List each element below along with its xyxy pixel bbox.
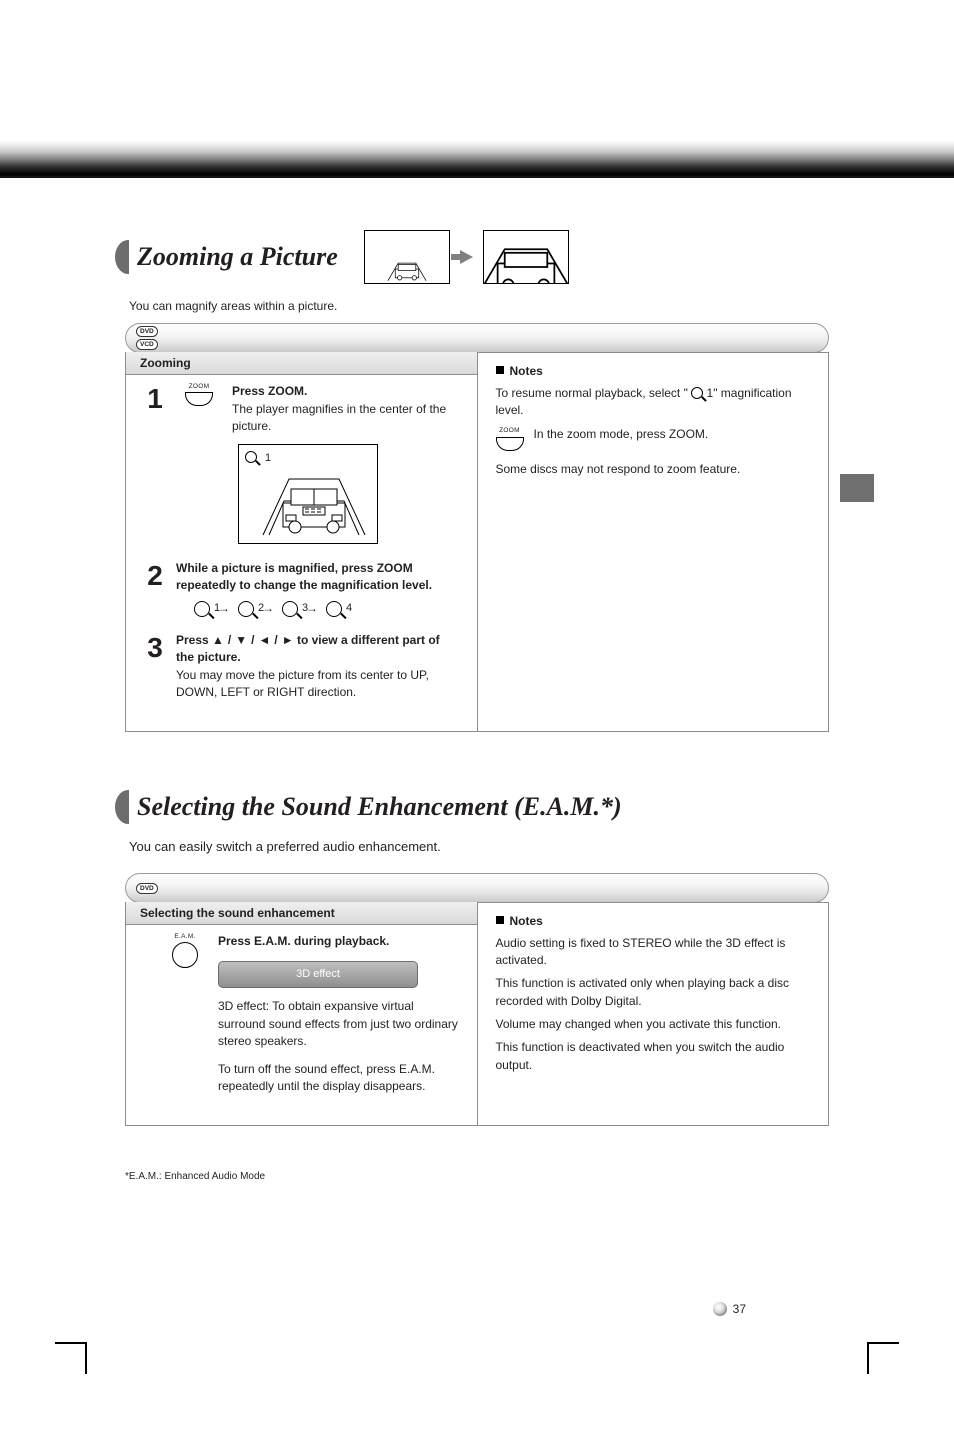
zoom-illustration	[364, 230, 569, 284]
step-2-num: 2	[144, 560, 166, 592]
arrow-right-icon	[460, 250, 473, 264]
note-2: In the zoom mode, press ZOOM.	[534, 426, 709, 443]
section-bullet	[115, 790, 129, 824]
car-screen-icon	[259, 461, 369, 539]
page-footer: 37	[0, 1302, 954, 1321]
page-number: 37	[733, 1302, 746, 1316]
step-3-text-a: Press	[176, 633, 212, 647]
zoom-button-label: ZOOM	[189, 383, 210, 390]
note-1: To resume normal playback, select " 1" m…	[496, 385, 813, 420]
eam-note-2: This function is activated only when pla…	[496, 975, 813, 1010]
step-3: 3 Press ▲ / ▼ / ◄ / ► to view a differen…	[144, 632, 461, 702]
step-2: 2 While a picture is magnified, press ZO…	[144, 560, 461, 618]
zoom-button-label: ZOOM	[499, 426, 520, 435]
osd-3d-effect: 3D effect	[218, 961, 418, 989]
direction-arrows: ▲ / ▼ / ◄ / ►	[212, 632, 294, 649]
step-2-text: While a picture is magnified, press ZOOM…	[176, 561, 432, 592]
zoom-before-frame	[364, 230, 450, 284]
zoom-right-column: Notes To resume normal playback, select …	[477, 352, 830, 732]
left-arrow-icon: ◄	[259, 632, 271, 649]
section-bullet	[115, 240, 129, 274]
zoom-screen-example: 1	[238, 444, 378, 544]
section-title-eam: Selecting the Sound Enhancement (E.A.M.*…	[115, 790, 829, 824]
square-bullet-icon	[496, 366, 504, 374]
section-title-text: Zooming a Picture	[137, 242, 338, 272]
section-title-zoom: Zooming a Picture	[115, 230, 829, 284]
magnifier-icon: 4	[326, 601, 342, 617]
right-arrow-icon: ►	[282, 632, 294, 649]
magnifier-icon: 3	[282, 601, 298, 617]
car-small-icon	[385, 255, 429, 283]
magnifier-icon: 1	[245, 451, 257, 463]
section1-intro: You can magnify areas within a picture.	[129, 298, 829, 315]
zoom-left-header: Zooming	[126, 352, 477, 375]
zoom-level-sequence: 1 → 2 → 3 → 4	[194, 600, 461, 617]
zoom-button-icon	[185, 392, 213, 406]
section2-title-text: Selecting the Sound Enhancement (E.A.M.*…	[137, 792, 622, 822]
format-bar: DVD VCD	[125, 323, 829, 353]
section2-subtitle: You can easily switch a preferred audio …	[129, 838, 829, 857]
eam-turnoff: To turn off the sound effect, press E.A.…	[218, 1061, 461, 1096]
step-3-num: 3	[144, 632, 166, 664]
eam-note-1: Audio setting is fixed to STEREO while t…	[496, 935, 813, 970]
square-bullet-icon	[496, 916, 504, 924]
step-1-text: Press ZOOM.	[232, 384, 307, 398]
eam-left-header: Selecting the sound enhancement	[126, 902, 477, 925]
format-bar-2: DVD	[125, 873, 829, 903]
eam-button-label: E.A.M.	[174, 933, 195, 940]
down-arrow-icon: ▼	[235, 632, 247, 649]
badge-dvd: DVD	[136, 326, 158, 337]
car-big-icon	[483, 230, 569, 284]
notes-header: Notes	[496, 363, 813, 380]
eam-right-column: Notes Audio setting is fixed to STEREO w…	[477, 902, 830, 1126]
up-arrow-icon: ▲	[212, 632, 224, 649]
eam-note-4: This function is deactivated when you sw…	[496, 1039, 813, 1074]
eam-step-text: Press E.A.M. during playback.	[218, 934, 389, 948]
notes-header-2: Notes	[496, 913, 813, 930]
eam-3d-desc: 3D effect: To obtain expansive virtual s…	[218, 998, 461, 1050]
eam-left-column: Selecting the sound enhancement E.A.M. P…	[125, 902, 477, 1126]
header-gradient-bar	[0, 0, 954, 180]
zoom-button-icon	[496, 437, 524, 451]
zoom-button-inline: ZOOM In the zoom mode, press ZOOM.	[496, 426, 813, 451]
crop-mark	[85, 1342, 87, 1374]
note-3: Some discs may not respond to zoom featu…	[496, 461, 813, 478]
step-1-sub: The player magnifies in the center of th…	[232, 402, 446, 433]
step-1-num: 1	[144, 383, 166, 415]
zoom-left-column: Zooming 1 ZOOM Press ZOOM. The player ma…	[125, 352, 477, 732]
crop-mark	[55, 1342, 87, 1344]
magnifier-icon	[691, 387, 703, 399]
footnote: *E.A.M.: Enhanced Audio Mode	[125, 1171, 829, 1182]
badge-dvd: DVD	[136, 883, 158, 894]
eam-note-3: Volume may changed when you activate thi…	[496, 1016, 813, 1033]
magnifier-icon: 2	[238, 601, 254, 617]
crop-mark	[867, 1342, 899, 1344]
magnifier-icon: 1	[194, 601, 210, 617]
badge-vcd: VCD	[136, 339, 158, 350]
zoom-after-frame	[483, 230, 569, 284]
eam-button-icon	[172, 942, 198, 968]
step-3-sub: You may move the picture from its center…	[176, 668, 429, 699]
eam-step: E.A.M. Press E.A.M. during playback. 3D …	[144, 933, 461, 1095]
step-1: 1 ZOOM Press ZOOM. The player magnifies …	[144, 383, 461, 555]
crop-mark	[867, 1342, 869, 1374]
page-ring-icon	[713, 1302, 727, 1316]
